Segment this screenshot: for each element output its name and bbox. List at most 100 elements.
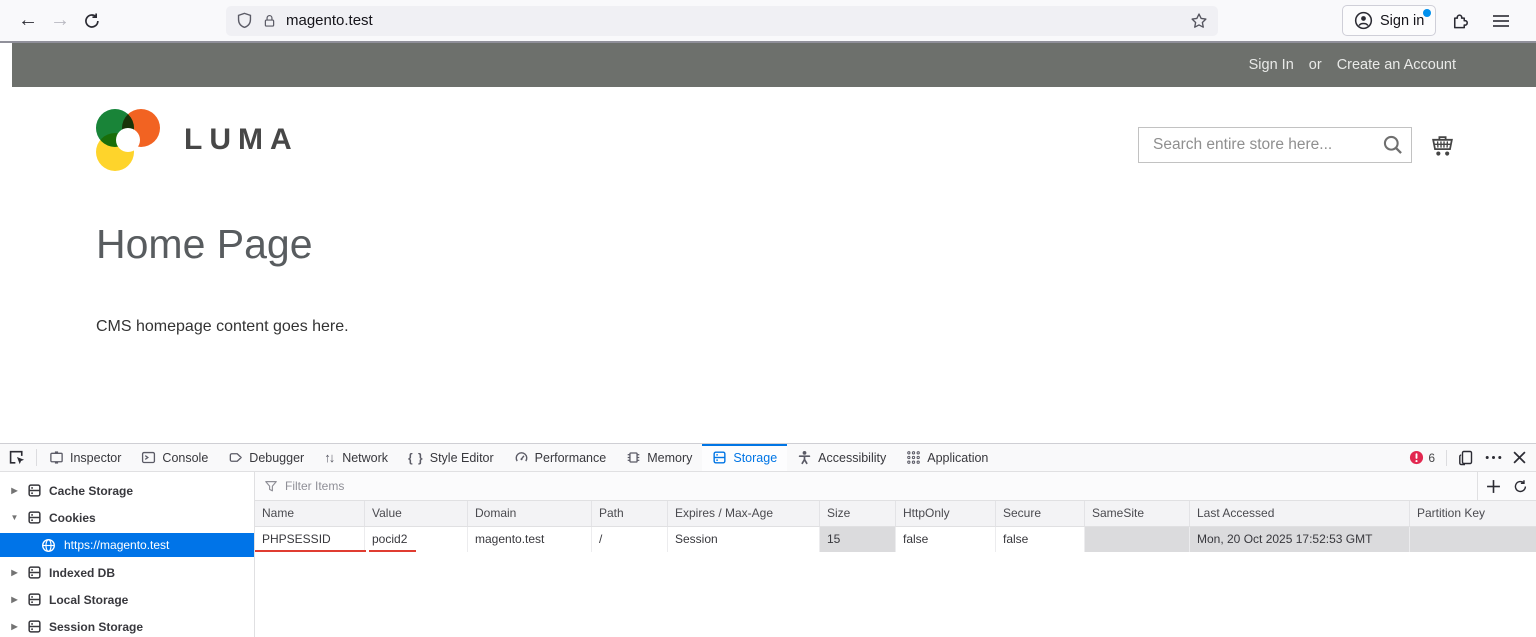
tab-style-editor[interactable]: { } Style Editor: [398, 444, 504, 471]
tab-network[interactable]: ↑↓ Network: [314, 444, 398, 471]
signin-label: Sign in: [1380, 13, 1424, 29]
error-icon: [1409, 450, 1424, 465]
expand-caret-icon[interactable]: ▶: [9, 595, 20, 604]
style-editor-icon: { }: [408, 451, 424, 465]
column-header-secure[interactable]: Secure: [996, 501, 1085, 526]
puzzle-icon: [1450, 11, 1469, 30]
bookmark-star-icon[interactable]: [1190, 12, 1208, 30]
sidebar-item-cache-storage[interactable]: ▶ Cache Storage: [0, 477, 254, 504]
shield-icon[interactable]: [236, 12, 253, 29]
cell-httponly[interactable]: false: [896, 527, 996, 552]
pick-element-button[interactable]: [0, 444, 34, 471]
store-panel-bar: Sign In or Create an Account: [12, 43, 1536, 87]
devtools-toolbar: Inspector Console Debugger ↑↓ Network { …: [0, 444, 1536, 472]
sidebar-item-indexed-db[interactable]: ▶ Indexed DB: [0, 559, 254, 586]
tab-inspector[interactable]: Inspector: [39, 444, 131, 471]
tab-accessibility[interactable]: Accessibility: [787, 444, 896, 471]
devtools-panel: Inspector Console Debugger ↑↓ Network { …: [0, 443, 1536, 637]
globe-icon: [41, 538, 56, 553]
extensions-button[interactable]: [1444, 6, 1474, 36]
filter-funnel-icon: [264, 479, 278, 493]
column-header-name[interactable]: Name: [255, 501, 365, 526]
or-text: or: [1309, 57, 1322, 73]
network-icon: ↑↓: [324, 450, 333, 465]
search-input[interactable]: [1138, 127, 1412, 163]
cell-domain[interactable]: magento.test: [468, 527, 592, 552]
filter-bar: [255, 472, 1536, 501]
tab-label: Memory: [647, 451, 692, 465]
column-header-partition-key[interactable]: Partition Key: [1410, 501, 1536, 526]
refresh-items-button[interactable]: [1513, 479, 1528, 494]
cell-name[interactable]: PHPSESSID: [255, 527, 365, 552]
lock-icon[interactable]: [262, 13, 277, 29]
tab-memory[interactable]: Memory: [616, 444, 702, 471]
tab-performance[interactable]: Performance: [504, 444, 617, 471]
store-search: [1138, 127, 1412, 163]
expand-caret-icon[interactable]: ▶: [9, 568, 20, 577]
create-account-link[interactable]: Create an Account: [1337, 57, 1456, 73]
column-header-path[interactable]: Path: [592, 501, 668, 526]
sidebar-item-label: Cookies: [49, 511, 96, 525]
column-header-domain[interactable]: Domain: [468, 501, 592, 526]
storage-drawer-icon: [27, 565, 42, 580]
search-icon[interactable]: [1382, 134, 1404, 156]
tab-label: Accessibility: [818, 451, 886, 465]
tab-label: Performance: [535, 451, 607, 465]
sign-in-link[interactable]: Sign In: [1249, 57, 1294, 73]
tab-label: Application: [927, 451, 988, 465]
sidebar-item-local-storage[interactable]: ▶ Local Storage: [0, 586, 254, 613]
responsive-mode-icon: [1458, 450, 1474, 466]
sidebar-item-cookies[interactable]: ▼ Cookies: [0, 504, 254, 531]
cell-last-accessed[interactable]: Mon, 20 Oct 2025 17:52:53 GMT: [1190, 527, 1410, 552]
cell-partition-key[interactable]: [1410, 527, 1536, 552]
devtools-menu-button[interactable]: [1485, 455, 1502, 460]
tab-application[interactable]: Application: [896, 444, 998, 471]
column-header-value[interactable]: Value: [365, 501, 468, 526]
collapse-caret-icon[interactable]: ▼: [9, 513, 20, 522]
column-header-httponly[interactable]: HttpOnly: [896, 501, 996, 526]
column-header-expires[interactable]: Expires / Max-Age: [668, 501, 820, 526]
annotation-underline: [369, 550, 416, 552]
column-header-size[interactable]: Size: [820, 501, 896, 526]
url-input[interactable]: [286, 12, 1181, 29]
add-item-button[interactable]: [1486, 479, 1501, 494]
cell-samesite[interactable]: [1085, 527, 1190, 552]
tab-console[interactable]: Console: [131, 444, 218, 471]
cookie-row[interactable]: PHPSESSID pocid2 magento.test / Session …: [255, 527, 1536, 552]
responsive-mode-button[interactable]: [1458, 450, 1474, 466]
tab-label: Storage: [733, 451, 777, 465]
cell-value[interactable]: pocid2: [365, 527, 468, 552]
cell-size[interactable]: 15: [820, 527, 896, 552]
column-header-last-accessed[interactable]: Last Accessed: [1190, 501, 1410, 526]
tab-storage[interactable]: Storage: [702, 444, 787, 471]
menu-button[interactable]: [1486, 6, 1516, 36]
expand-caret-icon[interactable]: ▶: [9, 486, 20, 495]
sidebar-item-session-storage[interactable]: ▶ Session Storage: [0, 613, 254, 637]
storage-drawer-icon: [27, 619, 42, 634]
application-icon: [906, 450, 921, 465]
luma-logo[interactable]: LUMA: [96, 109, 299, 171]
refresh-icon: [1513, 479, 1528, 494]
url-bar[interactable]: [226, 6, 1218, 36]
filter-items-input[interactable]: [285, 479, 1477, 493]
performance-icon: [514, 450, 529, 465]
error-badge[interactable]: 6: [1409, 450, 1435, 465]
cart-button[interactable]: [1429, 132, 1456, 158]
cell-secure[interactable]: false: [996, 527, 1085, 552]
cell-path[interactable]: /: [592, 527, 668, 552]
expand-caret-icon[interactable]: ▶: [9, 622, 20, 631]
tab-label: Console: [162, 451, 208, 465]
sidebar-item-magento-test[interactable]: https://magento.test: [0, 533, 254, 557]
tab-debugger[interactable]: Debugger: [218, 444, 314, 471]
cookies-table-panel: Name Value Domain Path Expires / Max-Age…: [255, 472, 1536, 637]
column-header-samesite[interactable]: SameSite: [1085, 501, 1190, 526]
cell-expires[interactable]: Session: [668, 527, 820, 552]
error-count: 6: [1428, 451, 1435, 465]
reload-button[interactable]: [76, 5, 108, 37]
close-devtools-button[interactable]: [1513, 451, 1526, 464]
storage-drawer-icon: [27, 592, 42, 607]
firefox-signin-button[interactable]: Sign in: [1342, 5, 1436, 36]
back-button[interactable]: ←: [12, 5, 44, 37]
debugger-icon: [228, 450, 243, 465]
forward-button[interactable]: →: [44, 5, 76, 37]
